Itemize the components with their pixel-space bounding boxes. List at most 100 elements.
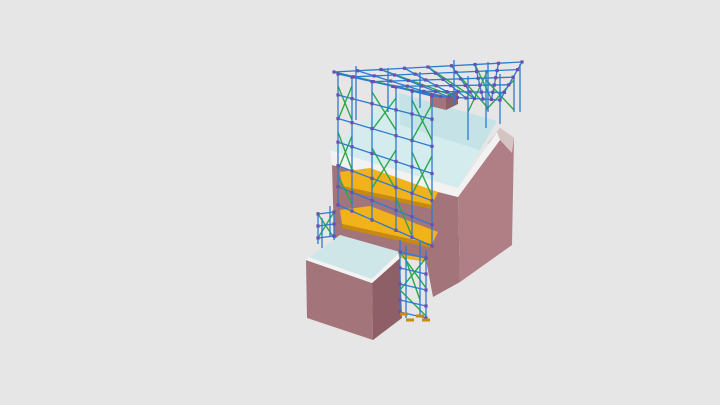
scaffold-coupler: [398, 266, 402, 270]
scaffold-coupler: [370, 198, 374, 203]
scaffold-coupler: [316, 236, 320, 240]
scaffold-coupler: [370, 102, 374, 106]
scaffold-coupler: [441, 77, 445, 81]
scaffold-coupler: [410, 165, 414, 169]
scaffold-coupler: [316, 212, 320, 216]
scaffold-coupler: [463, 83, 467, 87]
scaffold-coupler: [336, 72, 340, 76]
scaffold-coupler: [370, 176, 374, 180]
scaffold-coupler: [370, 151, 374, 156]
scaffold-coupler: [424, 304, 428, 308]
scaffold-coupler: [398, 282, 402, 286]
scaffold-coupler: [430, 117, 434, 121]
scaffold-coupler: [394, 159, 398, 164]
scaffold-coupler: [332, 222, 336, 226]
scaffold-coupler: [464, 96, 468, 100]
scaffold-base-plate: [400, 312, 408, 316]
scaffold-coupler: [398, 298, 402, 302]
scaffold-coupler: [472, 96, 477, 101]
scaffold-coupler: [476, 76, 480, 80]
scaffold-coupler: [394, 108, 398, 112]
scaffold-coupler: [507, 83, 511, 87]
scaffold-coupler: [495, 68, 499, 73]
scaffold-coupler: [350, 121, 354, 125]
scaffold-coupler: [516, 68, 520, 72]
scaffold-coupler: [455, 95, 460, 100]
scaffold-coupler: [424, 256, 428, 260]
scaffold-coupler: [489, 97, 494, 102]
scaffold-coupler: [394, 134, 398, 138]
scaffold-ledger: [399, 283, 427, 291]
scaffold-coupler: [456, 90, 460, 94]
scaffold-coupler: [410, 112, 414, 116]
scaffold-coupler: [449, 64, 454, 68]
scaffold-coupler: [332, 70, 336, 74]
scaffold-coupler: [350, 96, 354, 101]
scaffold-coupler: [410, 235, 414, 239]
scaffold-coupler: [496, 61, 501, 65]
scaffold-coupler: [433, 89, 437, 94]
scaffold-model-render[interactable]: [0, 0, 720, 405]
scaffold-coupler: [336, 140, 340, 144]
3d-model-viewport[interactable]: [0, 0, 720, 405]
scaffold-coupler: [394, 85, 398, 89]
scaffold-coupler: [422, 89, 426, 93]
scaffold-coupler: [370, 126, 374, 131]
scaffold-coupler: [336, 164, 340, 168]
scaffold-coupler: [430, 171, 434, 176]
scaffold-brace: [474, 64, 493, 100]
scaffold-coupler: [479, 90, 483, 94]
scaffold-coupler: [426, 65, 430, 69]
scaffold-coupler: [394, 228, 398, 232]
scaffold-coupler: [355, 69, 360, 73]
scaffold-coupler: [410, 138, 414, 143]
scaffold-coupler: [498, 98, 502, 102]
scaffold-coupler: [336, 93, 340, 97]
scaffold-coupler: [350, 209, 354, 213]
scaffold-coupler: [402, 66, 407, 70]
scaffold-coupler: [434, 71, 438, 75]
scaffold-coupler: [394, 185, 398, 189]
scaffold-coupler: [491, 90, 495, 94]
scaffold-ledger: [399, 299, 427, 307]
scaffold-coupler: [449, 84, 453, 88]
scaffold-coupler: [445, 90, 449, 94]
scaffold-coupler: [336, 203, 340, 207]
scaffold-coupler: [393, 73, 397, 77]
scaffold-coupler: [410, 191, 414, 195]
scaffold-coupler: [420, 84, 424, 88]
scaffold-coupler: [473, 62, 477, 67]
scaffold-coupler: [332, 234, 336, 238]
scaffold-coupler: [475, 69, 479, 73]
scaffold-coupler: [391, 84, 395, 88]
scaffold-coupler: [394, 208, 398, 212]
scaffold-coupler: [410, 215, 414, 219]
scaffold-coupler: [405, 84, 409, 88]
scaffold-base-plate: [422, 318, 430, 322]
scaffold-coupler: [350, 75, 354, 79]
scaffold-coupler: [424, 288, 428, 292]
scaffold-coupler: [424, 78, 428, 82]
scaffold-canopy-tube: [499, 61, 523, 101]
scaffold-coupler: [434, 84, 438, 88]
scaffold-coupler: [424, 272, 428, 276]
scaffold-coupler: [494, 76, 498, 80]
scaffold-coupler: [410, 88, 414, 93]
scaffold-coupler: [370, 79, 374, 84]
scaffold-coupler: [350, 190, 354, 194]
scaffold-coupler: [454, 70, 458, 74]
scaffold-coupler: [481, 97, 485, 101]
scaffold-coupler: [336, 116, 340, 121]
scaffold-coupler: [459, 77, 463, 81]
scaffold-canopy-tube: [490, 63, 500, 100]
scaffold-coupler: [372, 74, 376, 78]
scaffold-ledger: [317, 235, 335, 239]
scaffold-coupler: [430, 199, 434, 203]
scaffold-coupler: [336, 185, 340, 189]
scaffold-coupler: [430, 93, 434, 97]
scaffold-coupler: [438, 94, 443, 99]
scaffold-coupler: [478, 83, 482, 87]
scaffold-coupler: [389, 79, 393, 83]
scaffold-coupler: [430, 144, 434, 148]
scaffold-coupler: [520, 60, 524, 64]
